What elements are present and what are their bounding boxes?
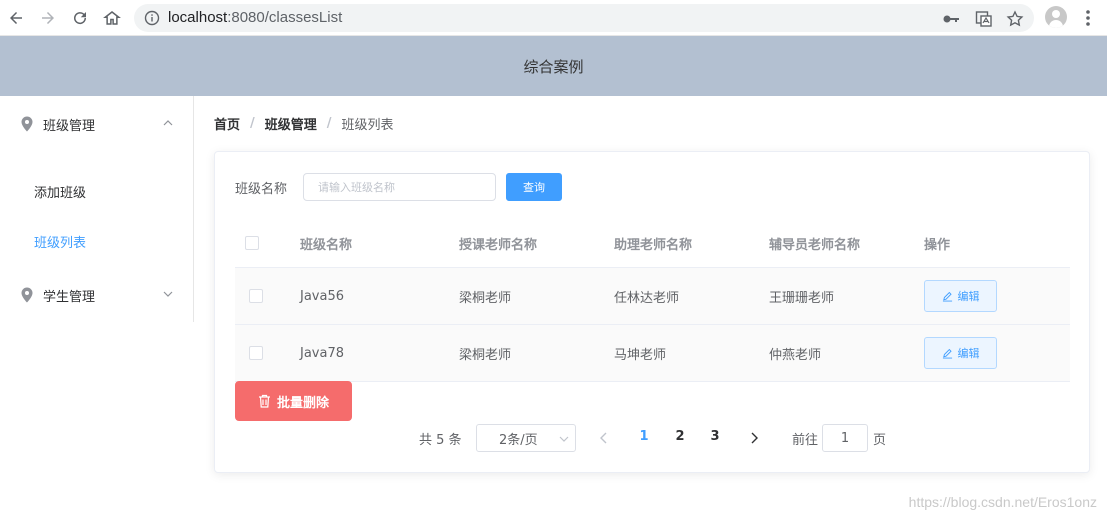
search-button[interactable]: 查询	[506, 173, 562, 201]
table-row: Java56 梁桐老师 任林达老师 王珊珊老师 编辑	[235, 268, 1070, 325]
edit-button-label: 编辑	[957, 290, 980, 303]
prev-page-icon[interactable]	[597, 431, 611, 445]
sidebar-item-class-list[interactable]: 班级列表	[0, 216, 193, 266]
profile-icon[interactable]	[1045, 6, 1067, 28]
cell-counselor: 王珊珊老师	[769, 290, 835, 306]
home-icon[interactable]	[100, 6, 124, 30]
page-size-select[interactable]: 2条/页	[476, 424, 576, 452]
key-icon[interactable]	[942, 10, 960, 28]
sidebar-item-add-class[interactable]: 添加班级	[0, 166, 193, 216]
row-checkbox-cell	[249, 325, 263, 381]
table-header-row: 班级名称 授课老师名称 助理老师名称 辅导员老师名称 操作	[235, 219, 1070, 268]
chevron-up-icon	[163, 120, 173, 126]
trash-icon	[258, 394, 270, 408]
edit-icon	[942, 291, 952, 302]
column-header-lecturer: 授课老师名称	[459, 237, 538, 253]
next-page-icon[interactable]	[747, 431, 761, 445]
cell-counselor: 仲燕老师	[769, 347, 822, 363]
app-header: 综合案例	[0, 36, 1107, 96]
browser-toolbar: localhost:8080/classesList	[0, 0, 1107, 36]
watermark: https://blog.csdn.net/Eros1onz	[908, 494, 1097, 510]
sidebar-group-student-management[interactable]: 学生管理	[0, 267, 193, 323]
location-icon	[21, 287, 33, 303]
row-checkbox[interactable]	[249, 346, 263, 360]
sidebar-group-class-management[interactable]: 班级管理	[0, 96, 193, 152]
column-header-assistant: 助理老师名称	[614, 237, 693, 253]
column-header-counselor: 辅导员老师名称	[769, 237, 861, 253]
forward-icon[interactable]	[36, 6, 60, 30]
row-checkbox-cell	[249, 268, 263, 324]
select-all-cell	[245, 219, 259, 267]
address-bar[interactable]: localhost:8080/classesList	[134, 4, 1034, 32]
info-icon[interactable]	[144, 10, 160, 26]
breadcrumb-separator: /	[326, 115, 332, 131]
page-size-value: 2条/页	[499, 432, 538, 448]
breadcrumb: 首页 / 班级管理 / 班级列表	[214, 114, 394, 133]
cell-actions: 编辑	[924, 325, 997, 381]
column-header-actions: 操作	[924, 237, 951, 253]
chevron-down-icon	[163, 291, 173, 297]
breadcrumb-home[interactable]: 首页	[214, 114, 240, 133]
page-unit-label: 页	[873, 433, 887, 448]
batch-delete-button[interactable]: 批量删除	[235, 381, 352, 421]
breadcrumb-separator: /	[250, 115, 255, 131]
reload-icon[interactable]	[68, 6, 92, 30]
row-checkbox[interactable]	[249, 289, 263, 303]
location-icon	[21, 116, 33, 132]
translate-icon[interactable]	[975, 10, 993, 28]
page-number-3[interactable]: 3	[705, 429, 725, 444]
edit-button-label: 编辑	[957, 347, 980, 360]
edit-icon	[942, 348, 952, 359]
edit-button[interactable]: 编辑	[924, 280, 997, 312]
breadcrumb-class-management[interactable]: 班级管理	[265, 114, 317, 133]
sidebar-group-label: 学生管理	[43, 289, 96, 305]
chevron-down-icon	[559, 436, 569, 442]
batch-delete-label: 批量删除	[276, 395, 329, 411]
class-name-label: 班级名称	[235, 182, 288, 197]
cell-assistant: 马坤老师	[614, 347, 667, 363]
goto-label: 前往	[792, 433, 819, 448]
page-number-1[interactable]: 1	[634, 429, 654, 444]
back-icon[interactable]	[4, 6, 28, 30]
table-row: Java78 梁桐老师 马坤老师 仲燕老师 编辑	[235, 325, 1070, 382]
content-card: 班级名称 查询 班级名称 授课老师名称 助理老师名称 辅导员老师名称 操作 Ja…	[214, 151, 1090, 473]
page-number-2[interactable]: 2	[670, 429, 690, 444]
cell-lecturer: 梁桐老师	[459, 290, 512, 306]
app-title: 综合案例	[523, 57, 584, 76]
class-name-search-input[interactable]	[303, 173, 496, 201]
column-header-class-name: 班级名称	[300, 237, 353, 253]
cell-lecturer: 梁桐老师	[459, 347, 512, 363]
goto-page-input[interactable]	[822, 424, 868, 452]
pagination-total: 共 5 条	[419, 433, 462, 448]
sidebar-menu: 班级管理 添加班级 班级列表 学生管理	[0, 96, 194, 322]
edit-button[interactable]: 编辑	[924, 337, 997, 369]
url-text: localhost:8080/classesList	[168, 9, 343, 26]
more-icon[interactable]	[1080, 8, 1096, 28]
cell-class-name: Java78	[300, 345, 345, 361]
cell-actions: 编辑	[924, 268, 997, 324]
pagination: 共 5 条 2条/页 1 2 3 前往 页	[215, 424, 1091, 452]
star-icon[interactable]	[1006, 10, 1024, 28]
sidebar-group-label: 班级管理	[43, 118, 96, 134]
cell-class-name: Java56	[300, 288, 345, 304]
cell-assistant: 任林达老师	[614, 290, 680, 306]
select-all-checkbox[interactable]	[245, 236, 259, 250]
breadcrumb-class-list: 班级列表	[341, 117, 394, 133]
